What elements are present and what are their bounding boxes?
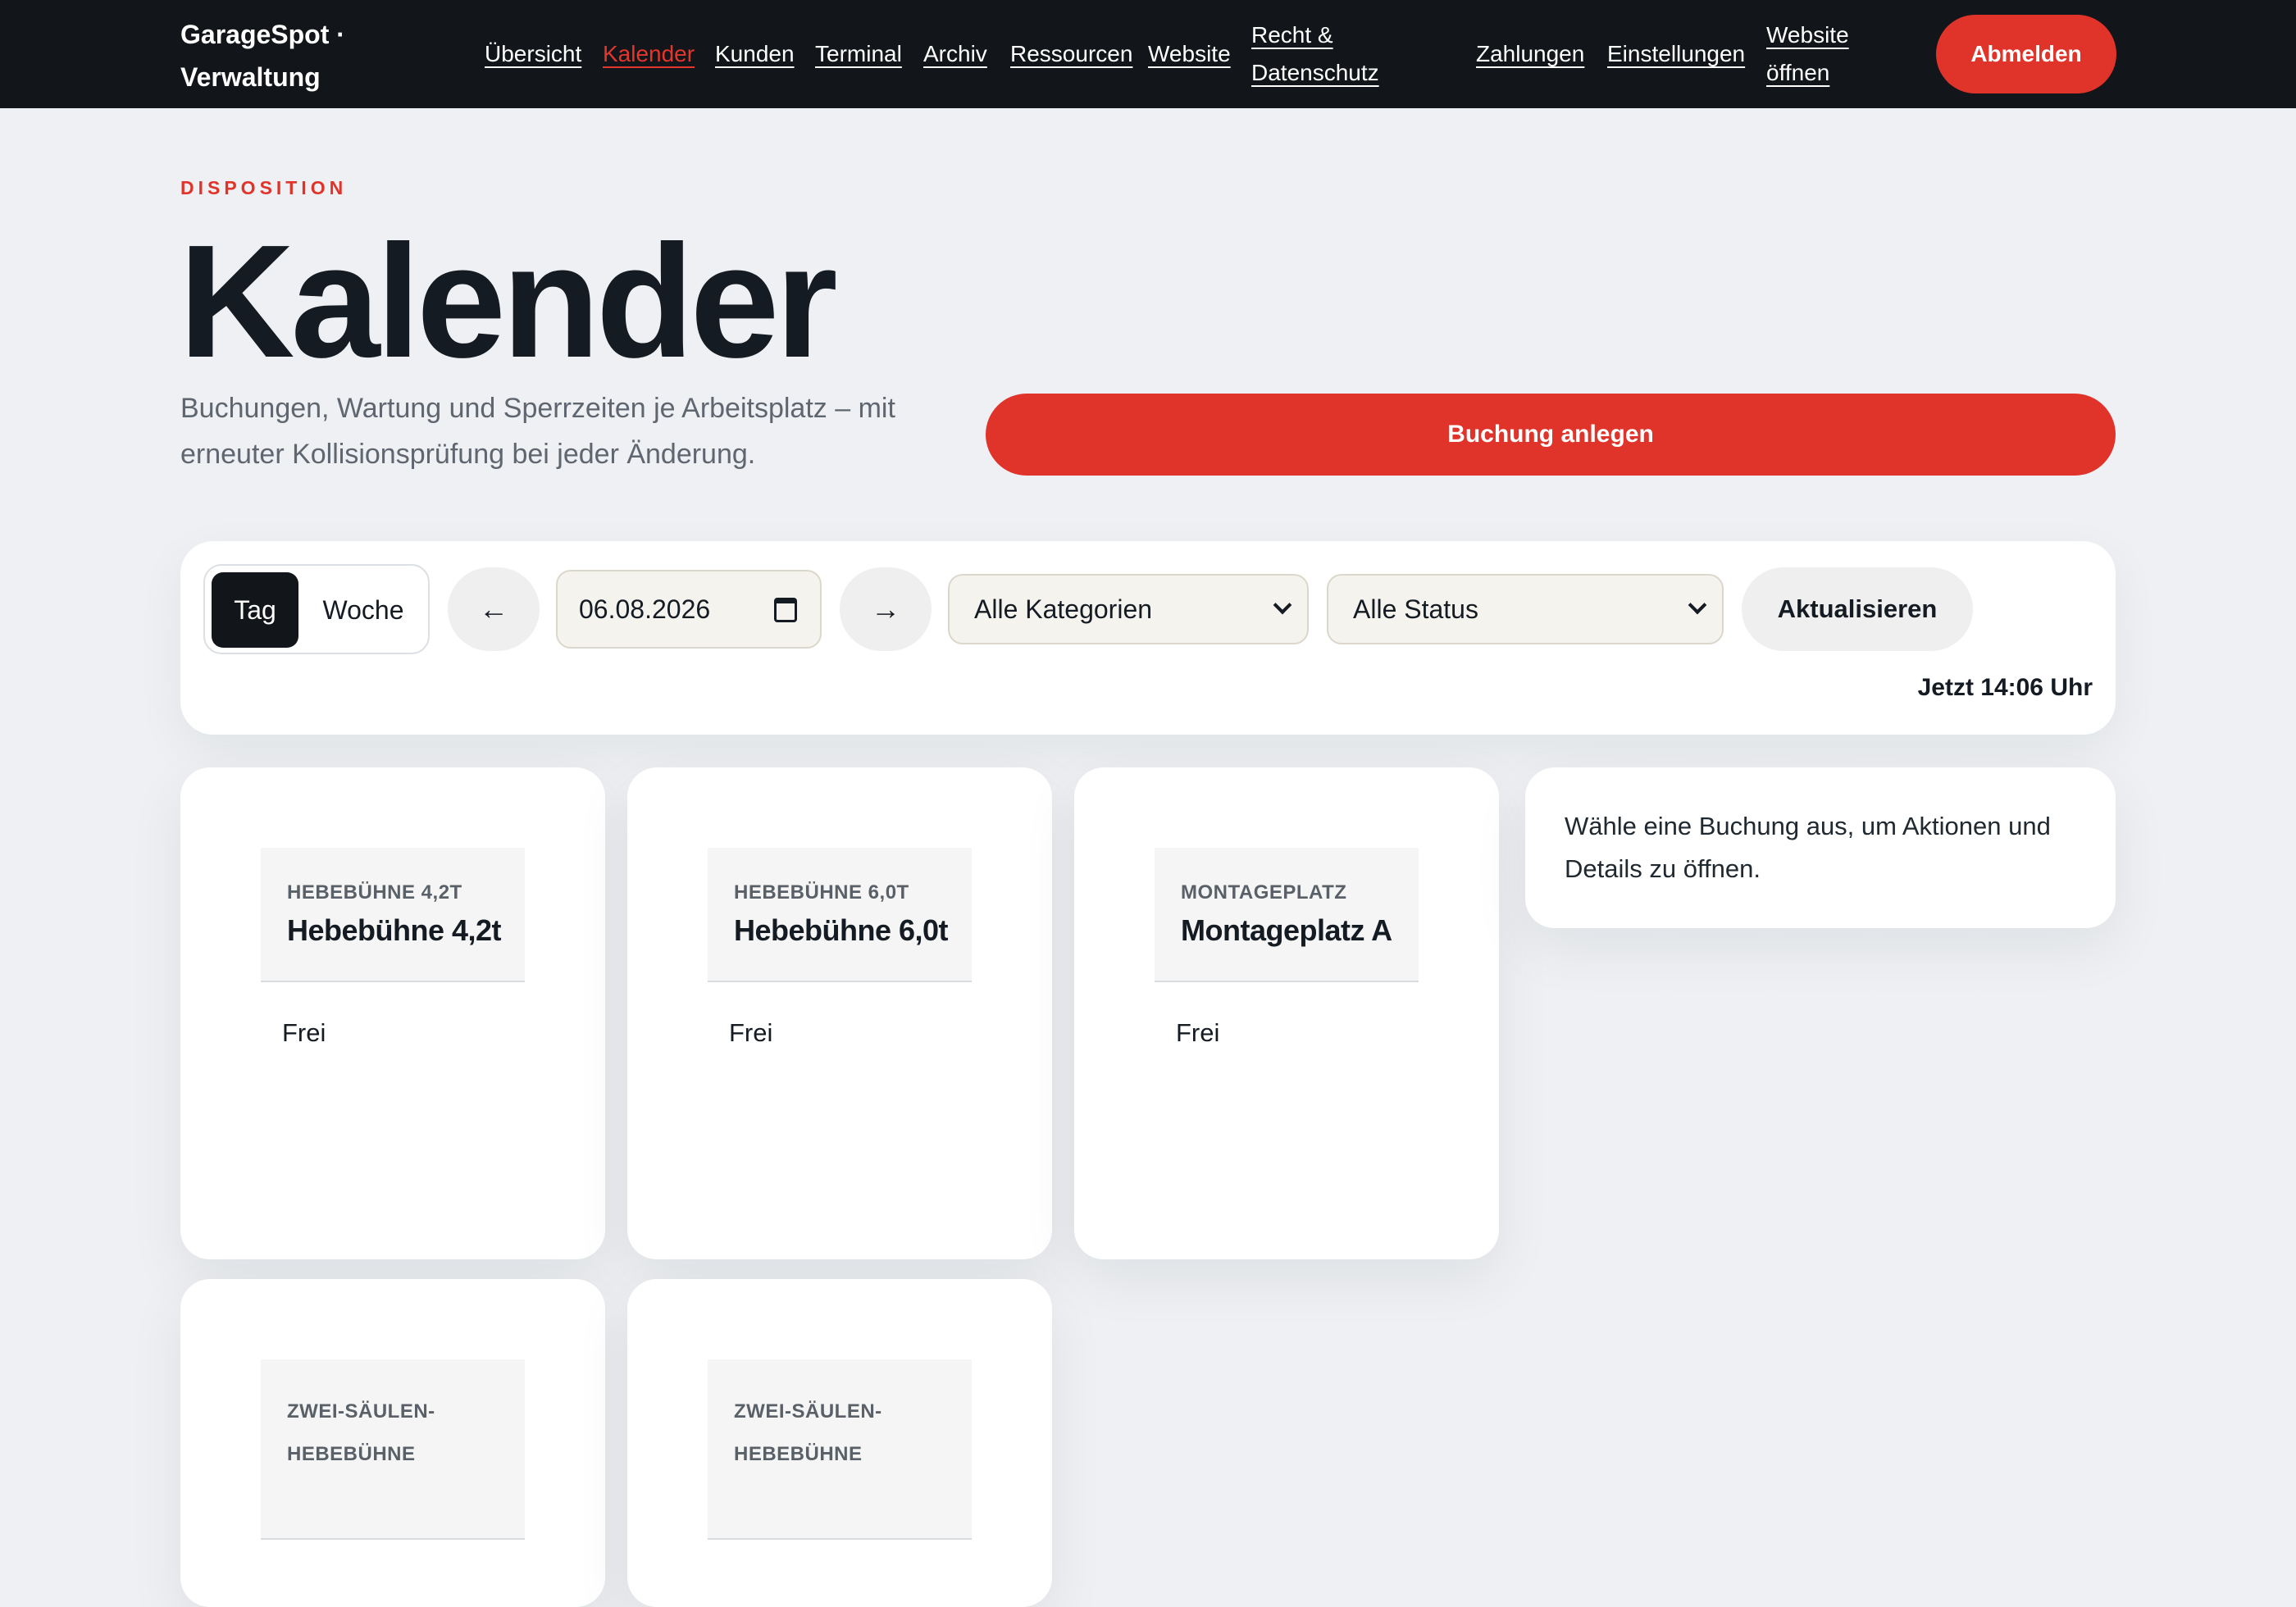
resource-card[interactable]: HEBEBÜHNE 4,2T Hebebühne 4,2t Frei — [180, 767, 605, 1259]
resource-category: MONTAGEPLATZ — [1181, 881, 1347, 904]
status-select-value: Alle Status — [1353, 594, 1478, 624]
create-booking-button[interactable]: Buchung anlegen — [986, 394, 2116, 476]
resource-name: Hebebühne 6,0t — [734, 913, 949, 947]
booking-detail-panel: Wähle eine Buchung aus, um Aktionen und … — [1525, 767, 2116, 928]
top-navigation: GarageSpot · Verwaltung Übersicht Kalend… — [0, 0, 2296, 108]
section-eyebrow: DISPOSITION — [180, 177, 348, 198]
resource-header: HEBEBÜHNE 6,0T Hebebühne 6,0t — [708, 848, 972, 982]
next-day-button[interactable]: → — [840, 567, 932, 651]
resource-card[interactable]: ZWEI-SÄULEN-HEBEBÜHNE — [627, 1279, 1052, 1607]
page-title: Kalender — [179, 212, 838, 391]
nav-item-ressourcen[interactable]: Ressourcen — [1010, 35, 1132, 73]
status-select[interactable]: Alle Status — [1327, 574, 1724, 644]
resource-header: MONTAGEPLATZ Montageplatz A — [1155, 848, 1419, 982]
resource-status: Frei — [729, 1018, 773, 1047]
resource-card[interactable]: MONTAGEPLATZ Montageplatz A Frei — [1074, 767, 1499, 1259]
resource-category: HEBEBÜHNE 6,0T — [734, 881, 909, 904]
resource-card[interactable]: HEBEBÜHNE 6,0T Hebebühne 6,0t Frei — [627, 767, 1052, 1259]
view-week-button[interactable]: Woche — [302, 572, 425, 648]
view-day-button[interactable]: Tag — [212, 572, 298, 648]
nav-item-kunden[interactable]: Kunden — [715, 35, 795, 73]
resource-name: Montageplatz A — [1181, 913, 1392, 947]
nav-item-terminal[interactable]: Terminal — [815, 35, 902, 73]
chevron-down-icon — [1273, 595, 1292, 615]
resource-category: ZWEI-SÄULEN-HEBEBÜHNE — [287, 1400, 435, 1465]
nav-item-einstellungen[interactable]: Einstellungen — [1607, 35, 1745, 73]
resource-category: ZWEI-SÄULEN-HEBEBÜHNE — [734, 1400, 882, 1465]
nav-item-archiv[interactable]: Archiv — [923, 35, 987, 73]
arrow-left-icon: ← — [479, 592, 508, 626]
category-select-value: Alle Kategorien — [974, 594, 1153, 624]
category-select[interactable]: Alle Kategorien — [948, 574, 1309, 644]
nav-item-uebersicht[interactable]: Übersicht — [485, 35, 581, 73]
resource-status: Frei — [282, 1018, 326, 1047]
nav-item-website-oeffnen[interactable]: Website öffnen — [1766, 16, 1856, 92]
resource-status: Frei — [1176, 1018, 1220, 1047]
refresh-button[interactable]: Aktualisieren — [1742, 567, 1973, 651]
resource-header: HEBEBÜHNE 4,2T Hebebühne 4,2t — [261, 848, 525, 982]
previous-day-button[interactable]: ← — [448, 567, 540, 651]
resource-card[interactable]: ZWEI-SÄULEN-HEBEBÜHNE — [180, 1279, 605, 1607]
arrow-right-icon: → — [871, 592, 900, 626]
chevron-down-icon — [1688, 595, 1707, 615]
logout-button[interactable]: Abmelden — [1936, 15, 2116, 93]
detail-hint: Wähle eine Buchung aus, um Aktionen und … — [1565, 812, 2051, 883]
resource-header: ZWEI-SÄULEN-HEBEBÜHNE — [261, 1359, 525, 1540]
resource-name: Hebebühne 4,2t — [287, 913, 502, 947]
resource-header: ZWEI-SÄULEN-HEBEBÜHNE — [708, 1359, 972, 1540]
current-time: Jetzt 14:06 Uhr — [1917, 674, 2093, 701]
nav-item-website[interactable]: Website — [1148, 35, 1231, 73]
nav-item-recht-datenschutz[interactable]: Recht & Datenschutz — [1251, 16, 1399, 92]
nav-item-kalender[interactable]: Kalender — [603, 35, 695, 73]
calendar-toolbar: Tag Woche ← 06.08.2026 → Alle Kategorien… — [180, 541, 2116, 735]
nav-item-zahlungen[interactable]: Zahlungen — [1476, 35, 1584, 73]
view-toggle: Tag Woche — [203, 564, 430, 654]
calendar-icon[interactable] — [774, 598, 797, 622]
date-input[interactable]: 06.08.2026 — [556, 570, 822, 649]
date-value: 06.08.2026 — [579, 594, 711, 624]
page-subtitle: Buchungen, Wartung und Sperrzeiten je Ar… — [180, 393, 895, 470]
resource-category: HEBEBÜHNE 4,2T — [287, 881, 462, 904]
